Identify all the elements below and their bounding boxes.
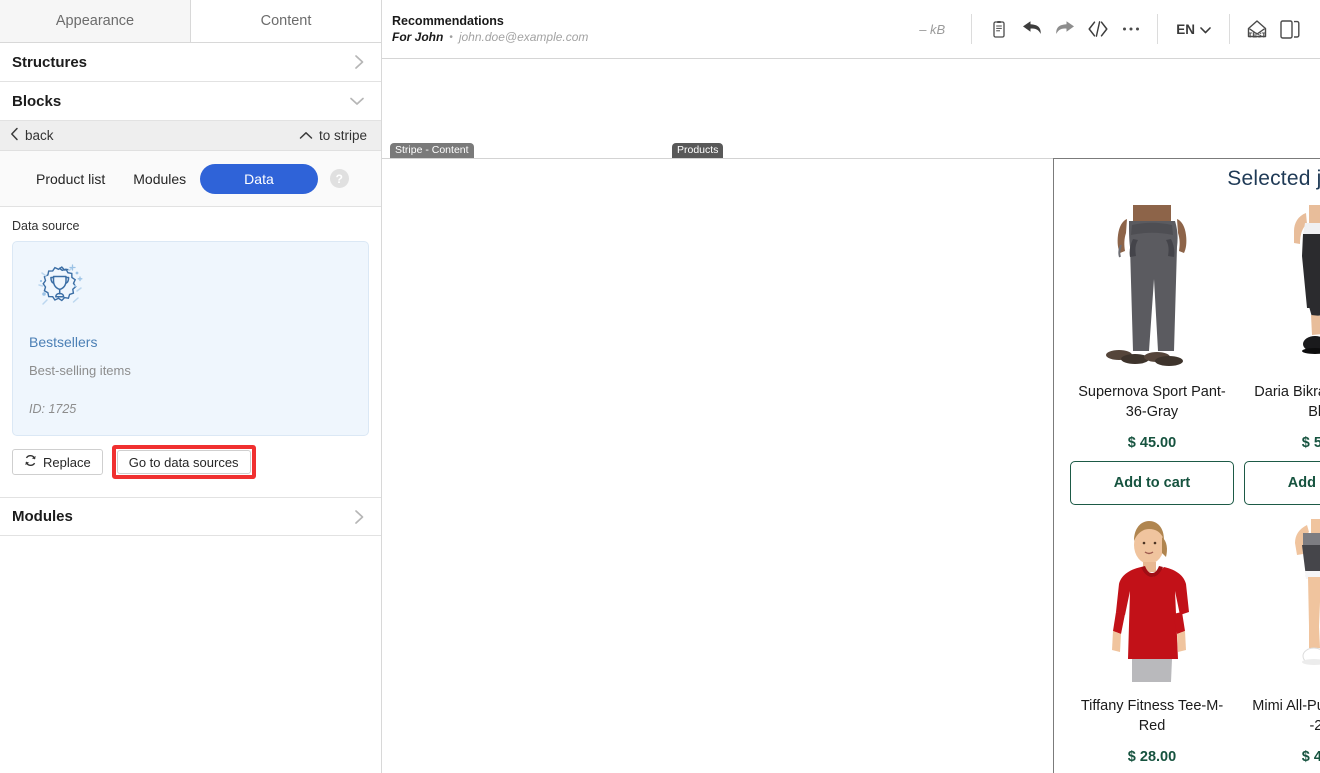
- editor-window: Appearance Content Structures Blocks bac…: [0, 0, 1320, 773]
- chevron-down-icon: [1200, 22, 1211, 37]
- replace-label: Replace: [43, 454, 91, 470]
- tab-product-list-label: Product list: [36, 170, 106, 187]
- product-grid: Supernova Sport Pant-36-Gray $ 45.00 Add…: [1054, 191, 1320, 773]
- block-settings-tabs: Product list Modules Data ?: [0, 151, 381, 207]
- product-card[interactable]: Tiffany Fitness Tee-M-Red $ 28.00 Add to…: [1070, 505, 1234, 773]
- add-to-cart-button[interactable]: Add to cart: [1070, 461, 1234, 505]
- chevron-left-icon: [10, 127, 19, 144]
- separator-dot: •: [449, 31, 453, 43]
- highlight-box: Go to data sources: [111, 445, 256, 479]
- editor-toolbar: Recommendations For John • john.doe@exam…: [382, 0, 1320, 59]
- toolbar-divider: [1229, 14, 1230, 44]
- product-card[interactable]: Supernova Sport Pant-36-Gray $ 45.00 Add…: [1070, 191, 1234, 505]
- data-source-id: ID: 1725: [29, 402, 77, 416]
- product-card[interactable]: Daria Bikram Pant-29-Black $ 51.00 Add t…: [1244, 191, 1320, 505]
- product-price: $ 44.00: [1301, 749, 1320, 765]
- data-source-section: Data source Bestsellers Best-selling ite…: [0, 207, 381, 479]
- tab-content-label: Content: [260, 13, 312, 29]
- products-block-tab[interactable]: Products: [672, 143, 724, 158]
- section-modules-label: Modules: [12, 508, 73, 525]
- products-block[interactable]: Selected just for you: [1053, 158, 1320, 773]
- section-structures[interactable]: Structures: [0, 43, 381, 82]
- breadcrumb: back to stripe: [0, 121, 381, 151]
- to-stripe-label: to stripe: [318, 128, 367, 143]
- data-source-description: Best-selling items: [29, 363, 131, 378]
- replace-button[interactable]: Replace: [12, 449, 103, 475]
- toolbar-divider: [971, 14, 973, 44]
- gray-sweatpants-model-image: [1077, 205, 1227, 368]
- chevron-up-icon: [299, 128, 313, 143]
- send-test-icon[interactable]: TEST: [1240, 13, 1273, 46]
- tab-appearance-label: Appearance: [55, 13, 135, 29]
- undo-icon[interactable]: [1015, 13, 1048, 46]
- tab-modules[interactable]: Modules: [119, 164, 200, 194]
- message-info: Recommendations For John • john.doe@exam…: [392, 14, 919, 44]
- add-to-cart-label: Add to cart: [1287, 475, 1320, 491]
- left-sidebar: Appearance Content Structures Blocks bac…: [0, 0, 382, 773]
- black-capri-leggings-model-image: [1251, 205, 1320, 368]
- product-card[interactable]: Mimi All-Purpose Short-29... $ 44.00 Add…: [1244, 505, 1320, 773]
- help-icon[interactable]: ?: [329, 169, 349, 188]
- to-stripe-button[interactable]: to stripe: [299, 128, 367, 143]
- language-selector[interactable]: EN: [1168, 22, 1219, 37]
- tab-product-list[interactable]: Product list: [22, 164, 119, 194]
- chevron-right-icon: [354, 54, 365, 70]
- back-label: back: [25, 128, 54, 143]
- toolbar-divider: [1157, 14, 1159, 44]
- product-name: Tiffany Fitness Tee-M-Red: [1080, 698, 1224, 734]
- message-recipient: For John • john.doe@example.com: [392, 30, 919, 44]
- chevron-right-icon: [354, 509, 365, 525]
- product-price: $ 45.00: [1127, 435, 1177, 451]
- toolbar-icons: [982, 13, 1147, 46]
- product-price: $ 28.00: [1127, 749, 1177, 765]
- data-source-card[interactable]: Bestsellers Best-selling items ID: 1725: [12, 241, 369, 436]
- product-price: $ 51.00: [1301, 435, 1320, 451]
- language-label: EN: [1176, 21, 1195, 37]
- preview-device-icon[interactable]: [982, 13, 1015, 46]
- svg-text:TEST: TEST: [1248, 33, 1267, 40]
- more-options-icon[interactable]: [1114, 13, 1147, 46]
- stripe-tab-label: Stripe - Content: [395, 144, 469, 156]
- gray-shorts-female-model-image: [1251, 519, 1320, 682]
- data-source-actions: Replace Go to data sources: [12, 436, 369, 479]
- products-block-tab-label: Products: [677, 144, 719, 156]
- tab-data[interactable]: Data: [200, 163, 318, 194]
- sidebar-empty-area: [0, 536, 381, 773]
- message-title: Recommendations: [392, 14, 504, 28]
- product-name: Daria Bikram Pant-29-Black: [1254, 384, 1320, 420]
- section-structures-label: Structures: [12, 53, 88, 71]
- help-label: ?: [335, 171, 343, 186]
- source-code-icon[interactable]: [1081, 13, 1114, 46]
- trophy-badge-icon: [29, 256, 91, 318]
- recipient-email: john.doe@example.com: [458, 30, 589, 44]
- recipient-name: For John: [392, 30, 444, 44]
- add-to-cart-button[interactable]: Add to cart: [1244, 461, 1320, 505]
- tab-modules-label: Modules: [133, 170, 187, 187]
- refresh-icon: [24, 454, 37, 470]
- block-heading: Selected just for you: [1227, 167, 1320, 190]
- tab-content[interactable]: Content: [191, 0, 381, 42]
- redo-icon[interactable]: [1048, 13, 1081, 46]
- data-source-label: Data source: [12, 219, 80, 233]
- chevron-down-icon: [349, 96, 365, 107]
- stripe-tab[interactable]: Stripe - Content: [390, 143, 474, 158]
- add-to-cart-label: Add to cart: [1113, 475, 1191, 491]
- data-source-name: Bestsellers: [29, 334, 98, 350]
- sidebar-tabs: Appearance Content: [0, 0, 381, 43]
- go-to-data-sources-button[interactable]: Go to data sources: [116, 450, 251, 474]
- back-button[interactable]: back: [10, 127, 299, 144]
- red-tee-female-model-image: [1077, 519, 1227, 682]
- product-name: Supernova Sport Pant-36-Gray: [1078, 384, 1226, 420]
- tab-data-label: Data: [244, 170, 274, 187]
- split-view-icon[interactable]: [1273, 13, 1306, 46]
- go-to-data-sources-label: Go to data sources: [128, 454, 239, 470]
- section-blocks-label: Blocks: [12, 92, 62, 110]
- tab-appearance[interactable]: Appearance: [0, 0, 191, 42]
- email-canvas: Stripe - Content Products Selected just …: [382, 59, 1320, 773]
- message-size: – kB: [919, 21, 946, 37]
- product-name: Mimi All-Purpose Short-29...: [1252, 698, 1320, 734]
- section-modules[interactable]: Modules: [0, 497, 381, 536]
- section-blocks[interactable]: Blocks: [0, 82, 381, 121]
- main-panel: Recommendations For John • john.doe@exam…: [382, 0, 1320, 773]
